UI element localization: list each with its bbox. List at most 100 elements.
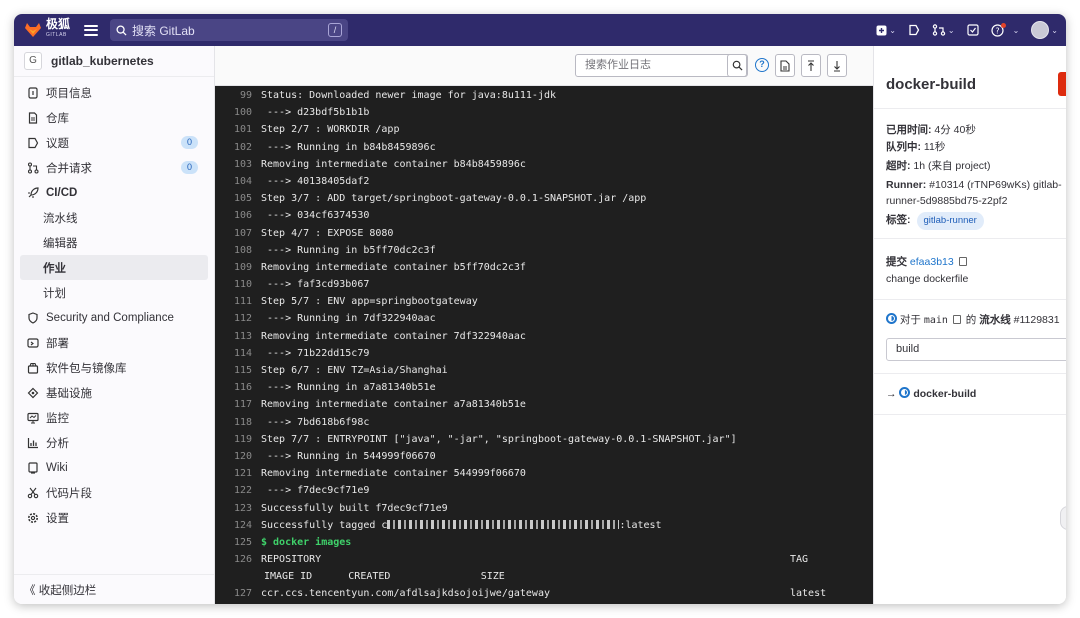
log-text: Removing intermediate container 7df32294… [261,330,526,342]
line-number[interactable]: 113 [215,328,261,345]
log-line: 108 ---> Running in b5ff70dc2c3f [215,242,873,259]
scroll-to-top-button[interactable] [801,54,821,77]
sidebar-item-analytics[interactable]: 分析 [14,430,214,455]
sidebar-item-merge-requests[interactable]: 合并请求 0 [14,155,214,180]
pipeline-status-icon[interactable] [886,313,897,324]
sidebar-project[interactable]: G gitlab_kubernetes [14,46,214,77]
search-icon [732,60,743,71]
logo[interactable]: 极狐 GITLAB [24,14,70,46]
log-line: 113 Removing intermediate container 7df32… [215,328,873,345]
sidebar-item-deployments[interactable]: 部署 [14,330,214,355]
line-number[interactable]: 111 [215,293,261,310]
line-number[interactable]: 103 [215,156,261,173]
log-text: Step 6/7 : ENV TZ=Asia/Shanghai [261,365,448,376]
timeout-label: 超时: [886,160,911,172]
line-number[interactable]: 110 [215,276,261,293]
line-number[interactable]: 120 [215,448,261,465]
line-number[interactable]: 127 [215,585,261,602]
sidebar-item-wiki[interactable]: Wiki [14,455,214,480]
cloud-icon [26,386,39,399]
help-icon[interactable]: ? [755,58,769,72]
browser-window: 极狐 GITLAB 搜索 GitLab / ⌄ ⌄ ? ⌄ ⌄ G gitlab… [14,14,1066,604]
line-number[interactable]: 102 [215,139,261,156]
line-number[interactable]: 126 [215,551,261,568]
sidebar-item-infrastructure[interactable]: 基础设施 [14,380,214,405]
commit-link[interactable]: efaa3b13 [910,256,954,268]
log-line: 110 ---> faf3cd93b067 [215,276,873,293]
merge-requests-nav[interactable]: ⌄ [932,24,955,36]
help-nav[interactable]: ? ⌄ [990,22,1019,37]
line-number[interactable]: 100 [215,104,261,121]
log-line: 119 Step 7/7 : ENTRYPOINT ["java", "-jar"… [215,431,873,448]
line-number[interactable]: 105 [215,190,261,207]
issues-nav[interactable] [908,24,920,36]
log-line: 124 Successfully tagged c:latest [215,517,873,534]
search-input[interactable]: 搜索 GitLab / [110,19,349,41]
sidebar-item-issues[interactable]: 议题 0 [14,130,214,155]
scissors-icon [26,486,39,499]
line-number[interactable]: 99 [215,87,261,104]
scroll-to-bottom-button[interactable] [827,54,847,77]
cancel-job-button[interactable] [1058,72,1066,96]
log-line: 109 Removing intermediate container b5ff7… [215,259,873,276]
line-number[interactable]: 124 [215,517,261,534]
line-number[interactable]: 109 [215,259,261,276]
sidebar-item-editor[interactable]: 编辑器 [14,230,214,255]
todos-nav[interactable] [966,24,979,36]
menu-icon[interactable] [84,24,99,36]
runner-value: #10314 (rTNP69wKs) gitlab- [929,179,1062,191]
log-search-button[interactable] [727,54,747,77]
sidebar-item-packages[interactable]: 软件包与镜像库 [14,355,214,380]
collapse-sidebar-button[interactable]: 《 收起侧边栏 [14,574,214,604]
scroll-down-icon [834,60,840,72]
log-search-input[interactable]: 搜索作业日志 [575,54,748,77]
line-number[interactable]: 119 [215,431,261,448]
sidebar-item-settings[interactable]: 设置 [14,505,214,530]
log-text: Removing intermediate container 544999f0… [261,468,526,480]
scroll-handle[interactable] [1060,506,1066,530]
sidebar-item-cicd[interactable]: CI/CD [14,180,214,205]
divider [874,108,1066,109]
line-number[interactable]: 125 [215,534,261,551]
log-line: 120 ---> Running in 544999f06670 [215,448,873,465]
log-tag-header: TAG [790,554,809,566]
brand: 极狐 GITLAB [46,18,70,41]
sidebar-item-project-info[interactable]: 项目信息 [14,80,214,105]
line-number[interactable]: 107 [215,225,261,242]
copy-icon[interactable] [958,257,967,266]
job-name: docker-build [913,388,977,400]
line-number[interactable]: 101 [215,121,261,138]
sidebar-item-label: 分析 [46,437,69,450]
sidebar-item-repository[interactable]: 仓库 [14,105,214,130]
line-number[interactable]: 112 [215,310,261,327]
sidebar-item-label: 代码片段 [46,487,92,500]
sidebar-item-security[interactable]: Security and Compliance [14,305,214,330]
line-number[interactable]: 106 [215,207,261,224]
svg-text:?: ? [995,26,999,35]
line-number[interactable]: 123 [215,500,261,517]
raw-log-button[interactable] [775,54,795,77]
sidebar-item-snippets[interactable]: 代码片段 [14,480,214,505]
line-number[interactable]: 115 [215,362,261,379]
create-new-menu[interactable]: ⌄ [876,25,896,36]
line-number[interactable]: 114 [215,345,261,362]
log-line: 127 ccr.ccs.tencentyun.com/afdlsajkdsojoi… [215,585,873,602]
log-line: 121 Removing intermediate container 54499… [215,465,873,482]
line-number[interactable]: 104 [215,173,261,190]
line-number[interactable]: 118 [215,414,261,431]
line-number[interactable]: 117 [215,396,261,413]
user-menu[interactable]: ⌄ [1031,21,1058,39]
branch-name[interactable]: main [924,315,948,326]
sidebar-item-monitor[interactable]: 监控 [14,405,214,430]
line-number[interactable]: 121 [215,465,261,482]
copy-icon[interactable] [952,315,961,324]
sidebar-item-pipelines[interactable]: 流水线 [14,205,214,230]
line-number[interactable]: 108 [215,242,261,259]
stage-select[interactable]: build [886,338,1066,361]
job-list-item[interactable]: → docker-build [886,386,976,402]
sidebar-item-schedules[interactable]: 计划 [14,280,214,305]
pipeline-id[interactable]: #1129831 [1014,314,1060,326]
line-number[interactable]: 122 [215,482,261,499]
sidebar-item-jobs[interactable]: 作业 [20,255,208,280]
line-number[interactable]: 116 [215,379,261,396]
